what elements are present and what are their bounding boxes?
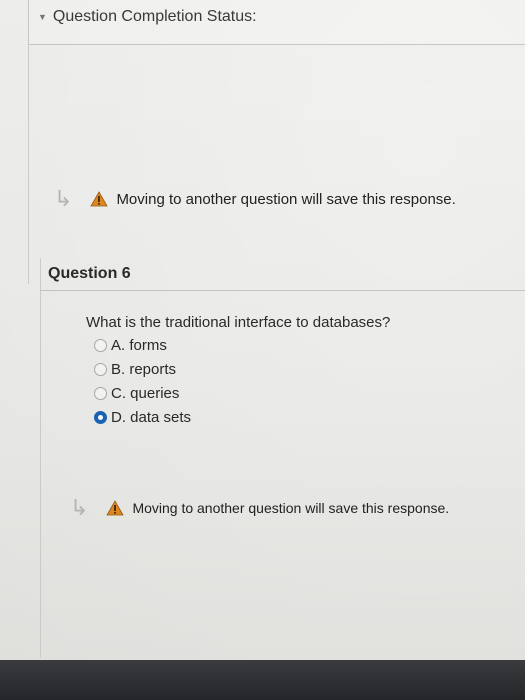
warning-icon — [106, 500, 125, 516]
option-label: C. queries — [111, 384, 180, 402]
option-label: B. reports — [111, 360, 177, 378]
completion-status-toggle[interactable]: ▼ Question Completion Status: — [38, 8, 257, 26]
radio-button[interactable] — [94, 362, 107, 376]
option-b[interactable]: B. reports — [94, 357, 191, 381]
option-label: D. data sets — [111, 408, 192, 426]
panel-divider — [28, 44, 29, 284]
option-a[interactable]: A. forms — [94, 333, 191, 357]
save-notice-top: ↳ Moving to another question will save t… — [54, 186, 456, 212]
bottom-bar — [0, 660, 525, 700]
return-arrow-icon: ↳ — [70, 495, 89, 520]
option-label: A. forms — [111, 336, 167, 354]
question-title: Question 6 — [48, 265, 131, 282]
save-notice-text: Moving to another question will save thi… — [132, 500, 450, 516]
return-arrow-icon: ↳ — [54, 186, 73, 211]
question-title-divider — [40, 290, 525, 291]
answer-options: A. forms B. reports C. queries D. data s… — [94, 333, 191, 429]
caret-down-icon: ▼ — [38, 12, 47, 22]
warning-icon — [90, 191, 109, 207]
radio-button-selected[interactable] — [94, 410, 107, 424]
save-notice-bottom: ↳ Moving to another question will save t… — [70, 495, 449, 521]
radio-button[interactable] — [94, 386, 107, 400]
radio-button[interactable] — [94, 338, 107, 352]
option-d[interactable]: D. data sets — [94, 405, 191, 429]
question-prompt: What is the traditional interface to dat… — [86, 314, 391, 331]
option-c[interactable]: C. queries — [94, 381, 191, 405]
completion-status-label: Question Completion Status: — [52, 8, 257, 25]
save-notice-text: Moving to another question will save thi… — [116, 190, 456, 208]
